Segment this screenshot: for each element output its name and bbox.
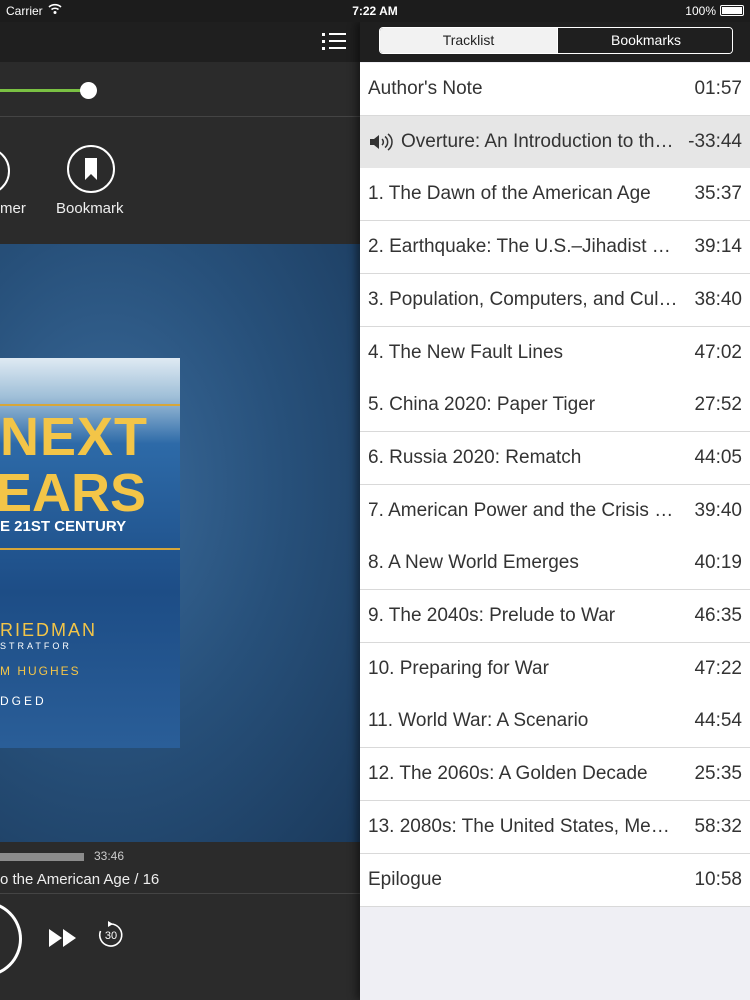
play-button[interactable]	[0, 901, 22, 977]
track-title: 4. The New Fault Lines	[368, 341, 564, 363]
slider-track	[0, 89, 88, 92]
track-title: Overture: An Introduction to the America…	[401, 130, 683, 152]
bookmark-label: Bookmark	[56, 200, 124, 217]
segmented-control: Tracklist Bookmarks	[379, 27, 733, 54]
track-row-current[interactable]: Overture: An Introduction to the America…	[360, 115, 750, 169]
list-icon[interactable]	[322, 30, 348, 52]
track-title: 3. Population, Computers, and Culture Wa…	[368, 288, 678, 310]
skip-seconds-label: 30	[105, 930, 117, 942]
track-duration: -33:44	[688, 130, 742, 152]
track-duration: 38:40	[694, 288, 742, 310]
track-duration: 39:40	[694, 499, 742, 521]
chapter-info: o the American Age / 16	[0, 871, 160, 888]
tracklist-panel: Tracklist Bookmarks Author's Note 01:57 Ov…	[360, 22, 750, 1000]
timer-icon[interactable]	[0, 147, 10, 195]
track-duration: 47:02	[694, 341, 742, 363]
track-duration: 44:54	[694, 710, 742, 732]
cover-org: STRATFOR	[0, 641, 72, 651]
track-row[interactable]: 8. A New World Emerges 40:19	[360, 537, 750, 591]
skip-forward-30-icon[interactable]: 30	[96, 920, 126, 950]
track-title: 11. World War: A Scenario	[368, 710, 589, 732]
artwork-area: NEXT EARS E 21ST CENTURY RIEDMAN STRATFO…	[0, 244, 360, 842]
tracklist-header: Tracklist Bookmarks	[360, 22, 750, 62]
tab-tracklist[interactable]: Tracklist	[380, 28, 557, 53]
track-duration: 27:52	[694, 394, 742, 416]
book-cover: NEXT EARS E 21ST CENTURY RIEDMAN STRATFO…	[0, 358, 180, 748]
track-row[interactable]: 5. China 2020: Paper Tiger 27:52	[360, 379, 750, 433]
cover-title-line1: NEXT	[0, 407, 149, 467]
track-title: 5. China 2020: Paper Tiger	[368, 394, 596, 416]
track-duration: 40:19	[694, 552, 742, 574]
track-duration: 01:57	[694, 78, 742, 99]
track-title: 10. Preparing for War	[368, 657, 549, 679]
track-title: 7. American Power and the Crisis of 2030	[368, 499, 678, 521]
track-title: Epilogue	[368, 868, 442, 890]
track-title: 2. Earthquake: The U.S.–Jihadist War	[368, 236, 678, 258]
track-duration: 47:22	[694, 657, 742, 679]
slider-knob[interactable]	[80, 82, 97, 99]
track-title: 8. A New World Emerges	[368, 552, 579, 574]
track-duration: 25:35	[694, 763, 742, 785]
cover-title-line2: EARS	[0, 463, 147, 523]
track-row[interactable]: 6. Russia 2020: Rematch 44:05	[360, 431, 750, 485]
cover-narrator: M HUGHES	[0, 664, 81, 678]
progress-bar[interactable]	[0, 853, 84, 861]
cover-edition: DGED	[0, 694, 47, 708]
track-duration: 35:37	[694, 183, 742, 205]
cover-author: RIEDMAN	[0, 620, 98, 640]
track-title: 6. Russia 2020: Rematch	[368, 446, 582, 468]
track-row[interactable]: 13. 2080s: The United States, Mexico, an…	[360, 800, 750, 854]
track-row[interactable]: 3. Population, Computers, and Culture Wa…	[360, 273, 750, 327]
track-duration: 46:35	[694, 605, 742, 626]
fast-forward-icon[interactable]	[47, 928, 79, 948]
clock: 7:22 AM	[352, 4, 398, 18]
track-row[interactable]: 2. Earthquake: The U.S.–Jihadist War 39:1…	[360, 221, 750, 275]
track-row[interactable]: 10. Preparing for War 47:22	[360, 642, 750, 696]
timer-label: mer	[0, 200, 26, 217]
track-duration: 44:05	[694, 446, 742, 468]
tab-bookmarks[interactable]: Bookmarks	[557, 28, 732, 53]
track-title: 13. 2080s: The United States, Mexico, an…	[368, 815, 678, 837]
track-row[interactable]: 7. American Power and the Crisis of 2030…	[360, 484, 750, 538]
status-bar: Carrier 7:22 AM 100%	[0, 0, 750, 22]
player-panel: mer Bookmark NEXT EARS E 21ST CENTURY RI…	[0, 22, 360, 1000]
track-duration: 10:58	[694, 868, 742, 890]
track-row[interactable]: 12. The 2060s: A Golden Decade 25:35	[360, 748, 750, 802]
track-row[interactable]: 4. The New Fault Lines 47:02	[360, 326, 750, 380]
cover-subtitle: E 21ST CENTURY	[0, 518, 127, 535]
track-title: 9. The 2040s: Prelude to War	[368, 605, 616, 626]
battery-icon	[720, 5, 744, 16]
track-row[interactable]: 9. The 2040s: Prelude to War 46:35	[360, 590, 750, 643]
speed-slider[interactable]	[0, 62, 360, 117]
bookmark-icon	[85, 158, 97, 180]
track-title: 1. The Dawn of the American Age	[368, 183, 651, 205]
bookmark-button[interactable]	[67, 145, 115, 193]
battery-percent: 100%	[685, 4, 716, 18]
track-title: 12. The 2060s: A Golden Decade	[368, 763, 648, 785]
speaker-icon	[370, 133, 393, 151]
track-title: Author's Note	[368, 78, 483, 99]
track-row[interactable]: Author's Note 01:57	[360, 63, 750, 116]
track-row[interactable]: 11. World War: A Scenario 44:54	[360, 695, 750, 749]
track-duration: 39:14	[694, 236, 742, 258]
track-row[interactable]: Epilogue 10:58	[360, 853, 750, 907]
player-toolbar	[0, 22, 360, 62]
track-duration: 58:32	[694, 815, 742, 837]
remaining-time: 33:46	[94, 849, 125, 863]
playback-controls: 30	[0, 895, 360, 1000]
track-row[interactable]: 1. The Dawn of the American Age 35:37	[360, 168, 750, 222]
progress-row: 33:46 o the American Age / 16	[0, 842, 360, 894]
action-row: mer Bookmark	[0, 118, 360, 244]
